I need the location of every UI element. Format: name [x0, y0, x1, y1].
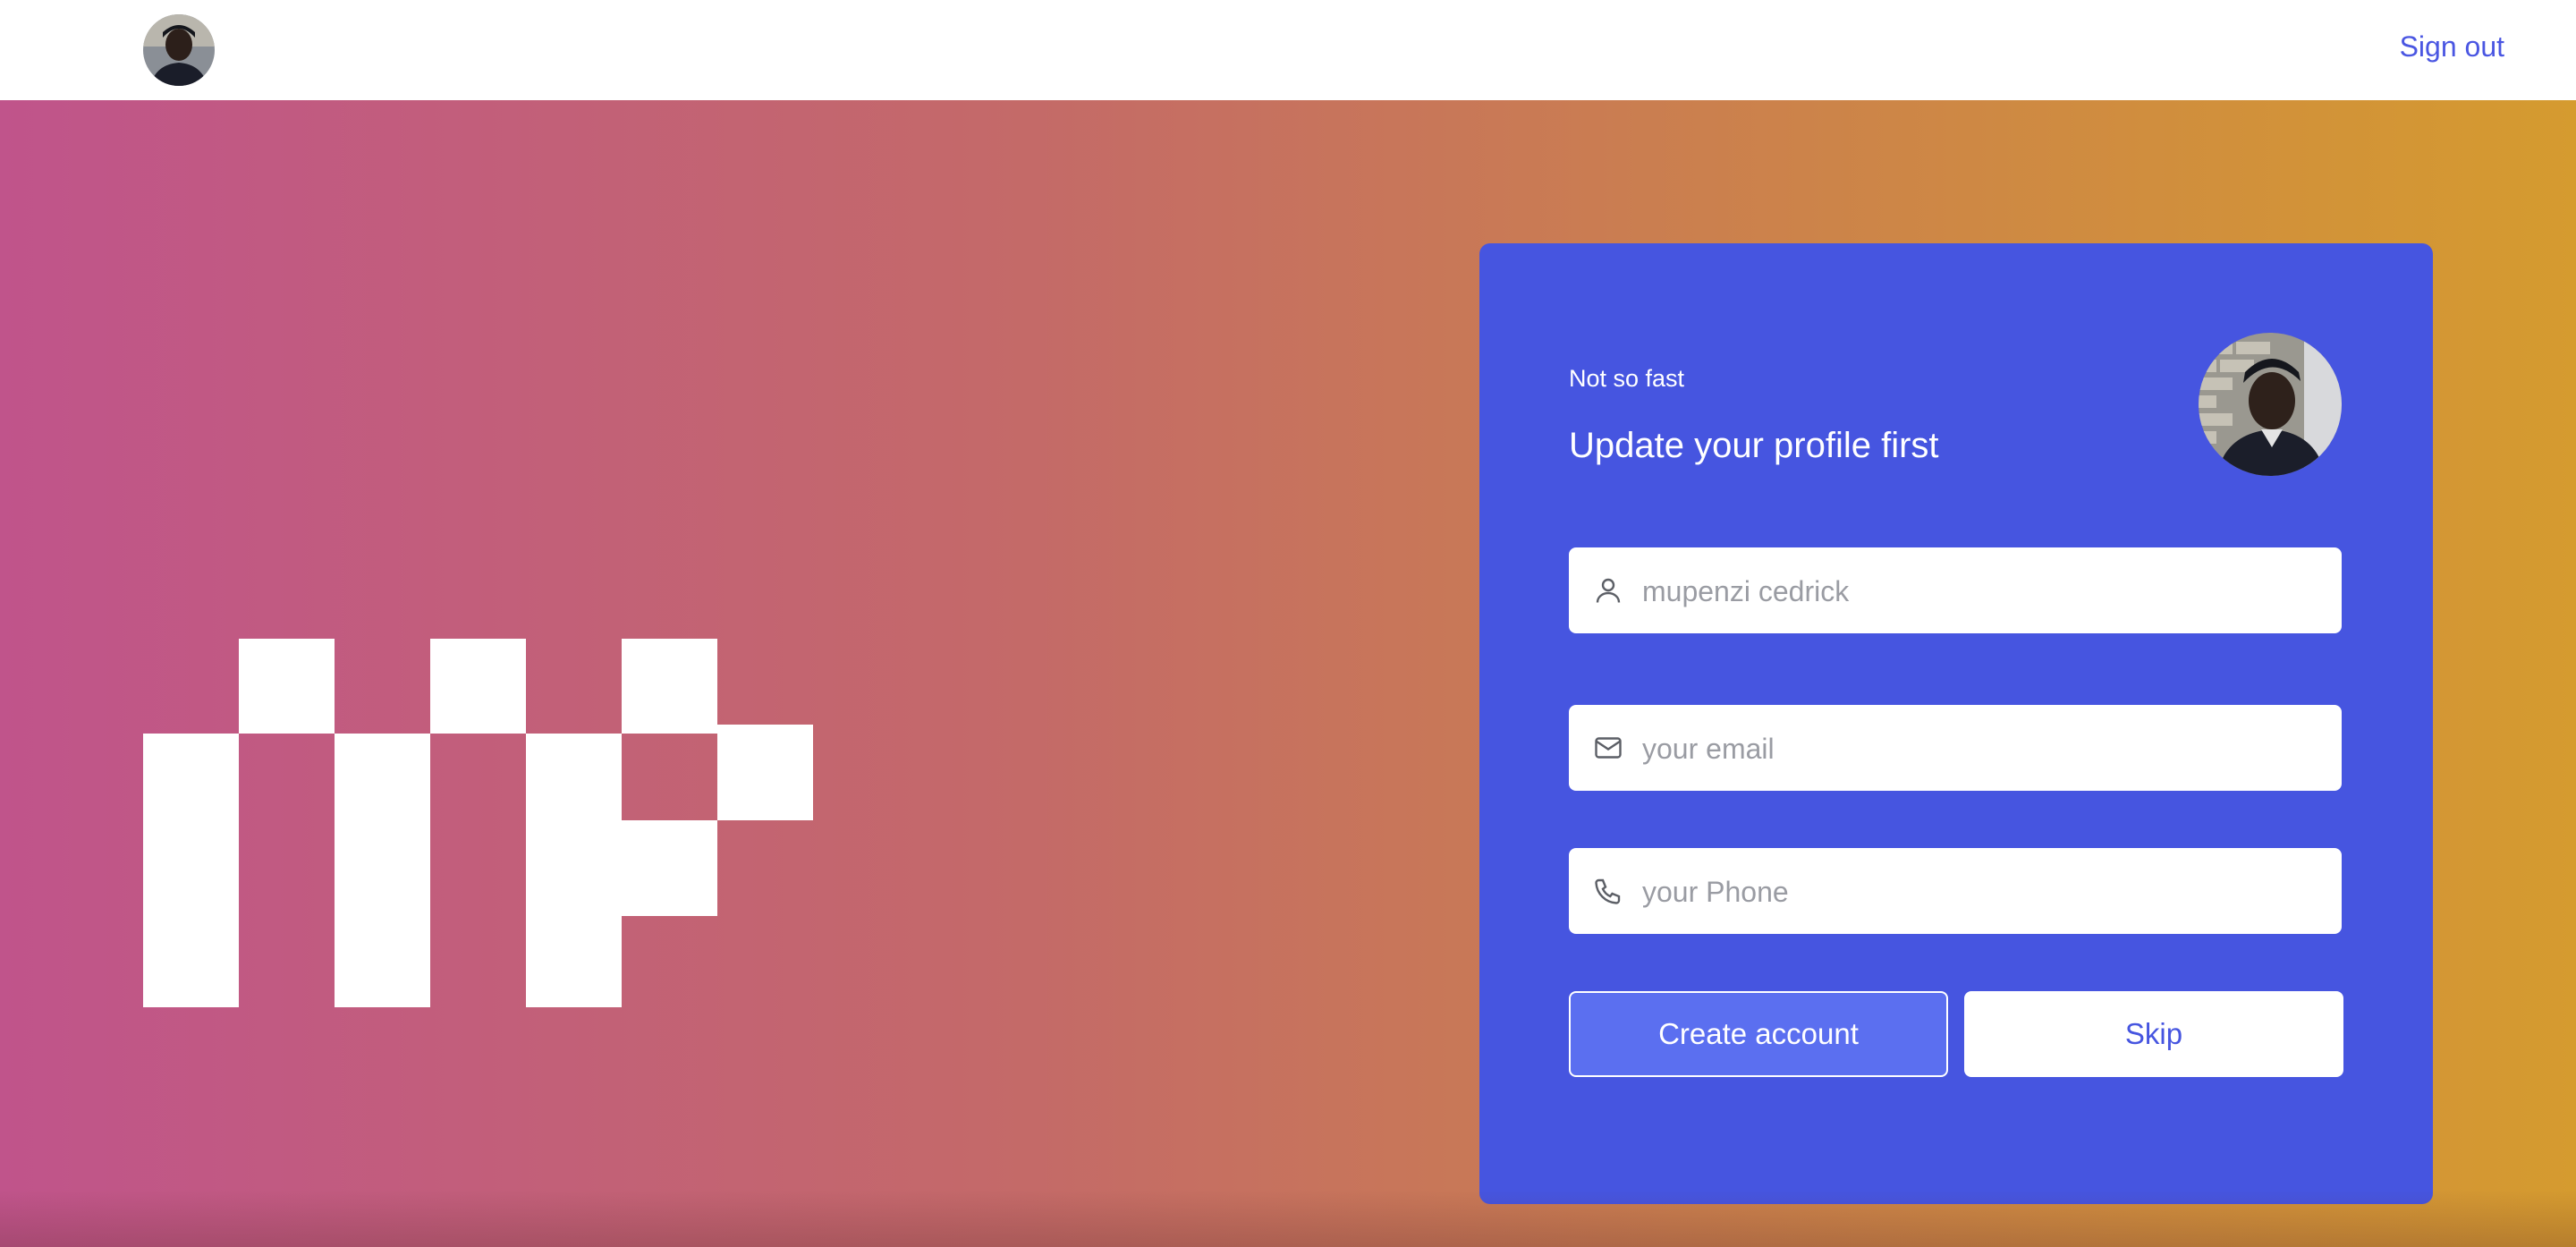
logo-block — [335, 734, 430, 1007]
name-field — [1569, 547, 2342, 635]
logo-block — [430, 639, 526, 734]
avatar-photo — [143, 14, 215, 86]
sign-out-link[interactable]: Sign out — [2400, 30, 2504, 64]
logo-block — [622, 639, 717, 734]
hero-banner: Not so fast Update your profile first mu… — [0, 100, 2576, 1247]
phone-input[interactable] — [1640, 848, 2324, 936]
email-input[interactable] — [1640, 705, 2324, 793]
mail-icon — [1595, 737, 1622, 759]
profile-card: Not so fast Update your profile first mu… — [1479, 243, 2433, 1204]
create-account-button[interactable]: Create account — [1569, 991, 1948, 1077]
card-title: Update your profile first — [1569, 426, 1939, 465]
name-input[interactable] — [1640, 547, 2324, 635]
card-eyebrow: Not so fast — [1569, 365, 1685, 392]
logo-block — [622, 820, 717, 916]
user-avatar[interactable] — [143, 14, 215, 86]
logo-block — [143, 734, 239, 1007]
brand-logo — [143, 639, 814, 1007]
avatar-photo — [2199, 333, 2342, 476]
phone-icon — [1595, 878, 1621, 904]
skip-button[interactable]: Skip — [1964, 991, 2343, 1077]
logo-block — [239, 639, 335, 734]
logo-block — [717, 725, 813, 820]
user-icon — [1596, 578, 1621, 603]
email-field — [1569, 705, 2342, 793]
phone-field — [1569, 848, 2342, 936]
logo-block — [526, 734, 622, 1007]
profile-avatar[interactable] — [2199, 333, 2342, 476]
top-bar: Sign out — [0, 0, 2576, 100]
